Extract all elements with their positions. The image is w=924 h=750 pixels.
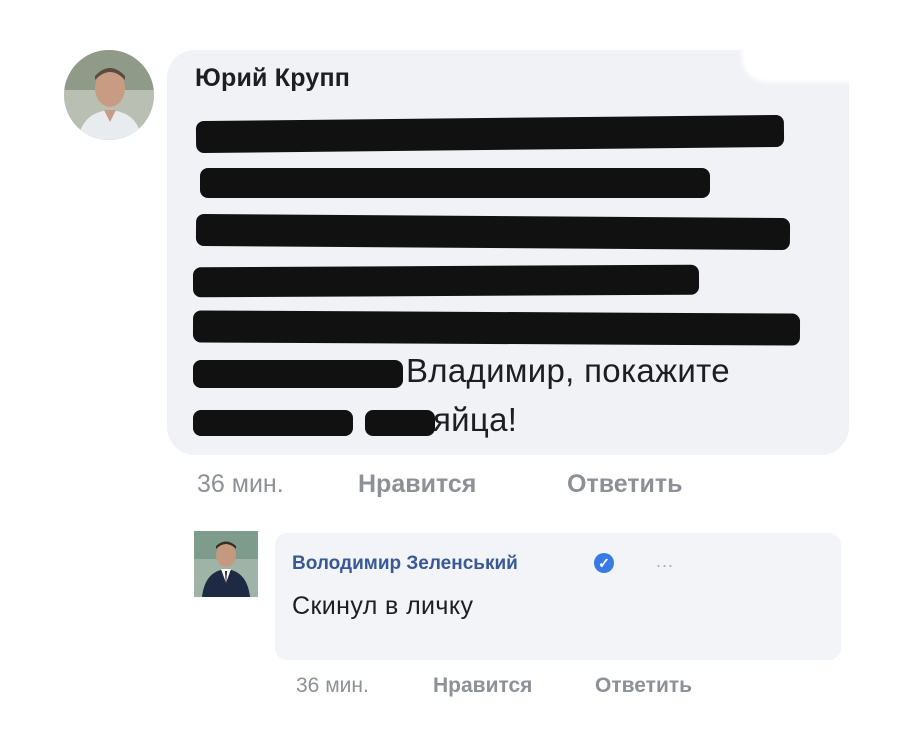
reply-reply-button[interactable]: Ответить xyxy=(595,674,692,698)
redaction-bar xyxy=(193,360,403,388)
image-corner-artifact xyxy=(742,44,862,82)
reply-like-button[interactable]: Нравится xyxy=(433,674,532,698)
redaction-bar xyxy=(192,264,700,298)
comment-bubble xyxy=(167,50,849,455)
verified-badge-icon: ✓ xyxy=(594,553,614,573)
reply-button[interactable]: Ответить xyxy=(567,470,683,499)
like-button[interactable]: Нравится xyxy=(358,470,476,499)
reply-author-name[interactable]: Володимир Зеленський xyxy=(292,553,518,575)
comment-text-line: Владимир, покажите xyxy=(406,352,730,389)
reply-text: Скинул в личку xyxy=(292,592,474,620)
reply-timestamp[interactable]: 36 мин. xyxy=(296,674,369,698)
reply-avatar-photo-icon xyxy=(194,531,258,597)
redaction-bar xyxy=(195,213,791,251)
comment-author-name[interactable]: Юрий Крупп xyxy=(195,64,350,93)
more-options-icon[interactable]: ... xyxy=(656,551,674,572)
redaction-bar xyxy=(365,410,435,436)
redaction-bar xyxy=(195,114,785,154)
avatar-photo-icon xyxy=(64,50,154,140)
redaction-bar xyxy=(192,310,801,346)
comment-text-line: яйца! xyxy=(433,401,518,438)
redaction-bar xyxy=(193,410,353,436)
reply-avatar[interactable] xyxy=(194,531,258,597)
comment-timestamp[interactable]: 36 мин. xyxy=(197,470,284,499)
avatar[interactable] xyxy=(64,50,154,140)
redaction-bar xyxy=(200,168,710,198)
